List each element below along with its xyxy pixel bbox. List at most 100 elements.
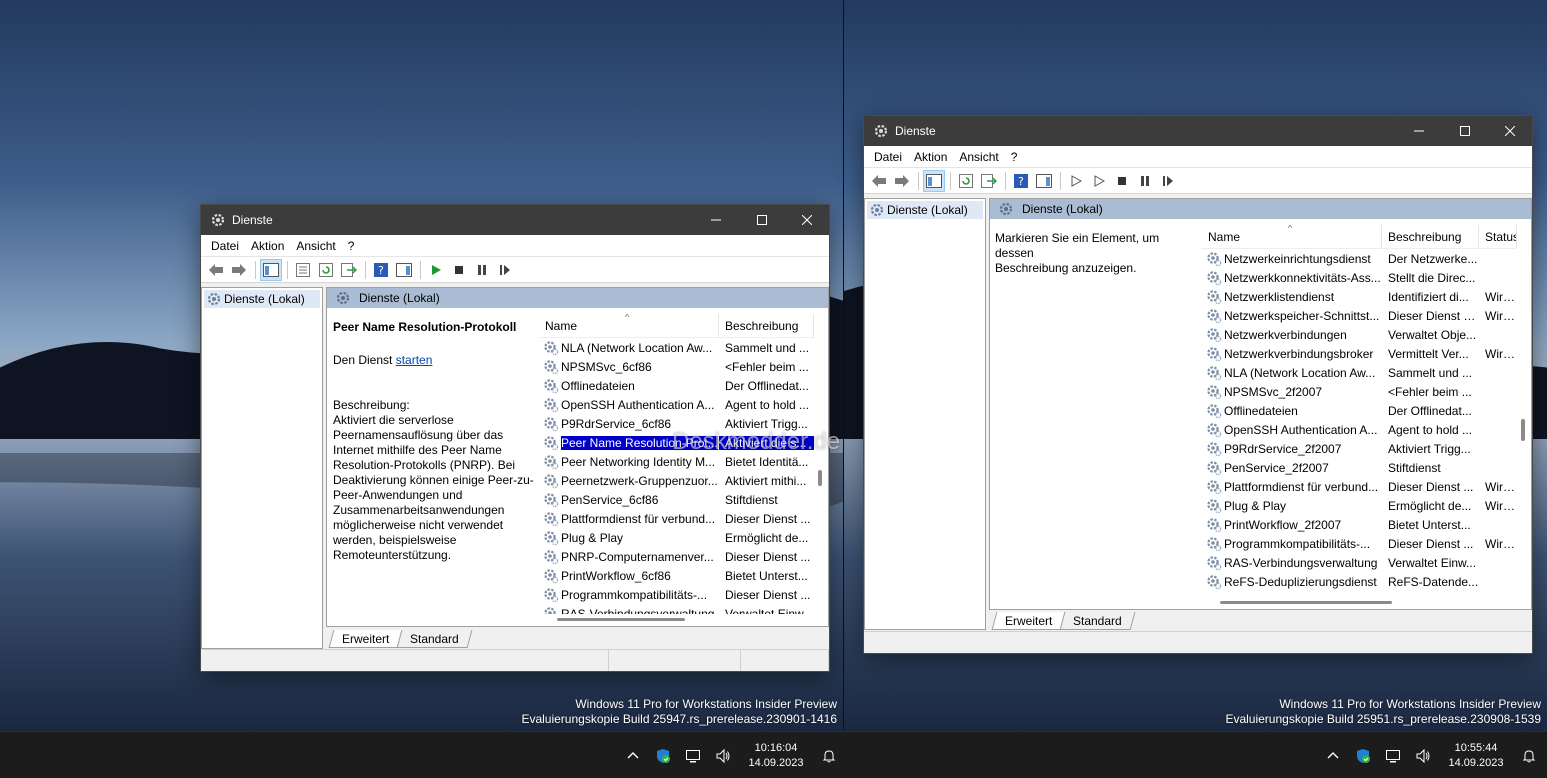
- table-row[interactable]: Netzwerkverbindungen Verwaltet Obje...: [1202, 325, 1517, 344]
- minimize-button[interactable]: [1396, 116, 1442, 146]
- chevron-up-icon[interactable]: [1318, 741, 1348, 771]
- table-row[interactable]: Plattformdienst für verbund... Dieser Die…: [1202, 477, 1517, 496]
- table-row[interactable]: Plug & Play Ermöglicht de...: [539, 528, 814, 547]
- console-tree-icon[interactable]: [260, 258, 282, 281]
- notification-bell-icon[interactable]: [1514, 741, 1544, 771]
- start-service-alt-icon[interactable]: [1088, 170, 1110, 192]
- table-row[interactable]: ReFS-Deduplizierungsdienst ReFS-Datende..…: [1202, 572, 1517, 591]
- table-row[interactable]: RAS-Verbindungsverwaltung Verwaltet Einw.…: [1202, 553, 1517, 572]
- menu-aktion[interactable]: Aktion: [245, 239, 290, 253]
- table-row[interactable]: PrintWorkflow_2f2007 Bietet Unterst...: [1202, 515, 1517, 534]
- menu-aktion[interactable]: Aktion: [908, 150, 953, 164]
- pause-service-icon[interactable]: [471, 259, 493, 281]
- export-list-icon[interactable]: [338, 259, 360, 281]
- table-row[interactable]: PenService_2f2007 Stiftdienst: [1202, 458, 1517, 477]
- table-row[interactable]: P9RdrService_2f2007 Aktiviert Trigg...: [1202, 439, 1517, 458]
- menu-ansicht[interactable]: Ansicht: [953, 150, 1004, 164]
- service-gear-icon: [544, 435, 559, 450]
- show-hide-action-pane-icon[interactable]: [1033, 170, 1055, 192]
- export-list-icon[interactable]: [978, 170, 1000, 192]
- table-row[interactable]: NLA (Network Location Aw... Sammelt und .…: [1202, 363, 1517, 382]
- tree-item-dienste-lokal[interactable]: Dienste (Lokal): [204, 290, 320, 308]
- table-row[interactable]: Programmkompatibilitäts-... Dieser Dienst…: [1202, 534, 1517, 553]
- title-bar[interactable]: Dienste: [864, 116, 1532, 146]
- column-header-status[interactable]: Status: [1479, 225, 1517, 248]
- table-row[interactable]: PrintWorkflow_6cf86 Bietet Unterst...: [539, 566, 814, 585]
- table-row[interactable]: PenService_6cf86 Stiftdienst: [539, 490, 814, 509]
- help-icon[interactable]: ?: [1010, 170, 1032, 192]
- back-arrow-icon[interactable]: [205, 259, 227, 281]
- help-icon[interactable]: ?: [370, 259, 392, 281]
- table-row[interactable]: NLA (Network Location Aw... Sammelt und .…: [539, 338, 814, 357]
- vertical-scrollbar[interactable]: [1521, 419, 1525, 441]
- stop-service-icon[interactable]: [448, 259, 470, 281]
- maximize-button[interactable]: [739, 205, 785, 235]
- forward-arrow-icon[interactable]: [891, 170, 913, 192]
- table-row[interactable]: Netzwerkverbindungsbroker Vermittelt Ver.…: [1202, 344, 1517, 363]
- show-hide-action-pane-icon[interactable]: [393, 259, 415, 281]
- restart-service-icon[interactable]: [494, 259, 516, 281]
- close-button[interactable]: [1487, 116, 1533, 146]
- column-header-description[interactable]: Beschreibung: [1382, 225, 1479, 248]
- table-row[interactable]: Programmkompatibilitäts-... Dieser Dienst…: [539, 585, 814, 604]
- taskbar-clock[interactable]: 10:55:44 14.09.2023: [1438, 741, 1514, 771]
- defender-shield-icon[interactable]: [648, 741, 678, 771]
- table-row[interactable]: Offlinedateien Der Offlinedat...: [539, 376, 814, 395]
- table-row[interactable]: Netzwerkspeicher-Schnittst... Dieser Dien…: [1202, 306, 1517, 325]
- title-bar[interactable]: Dienste: [201, 205, 829, 235]
- table-row[interactable]: NPSMSvc_2f2007 <Fehler beim ...: [1202, 382, 1517, 401]
- taskbar-clock[interactable]: 10:16:04 14.09.2023: [738, 741, 814, 771]
- refresh-icon[interactable]: [955, 170, 977, 192]
- table-row[interactable]: Netzwerkkonnektivitäts-Ass... Stellt die …: [1202, 268, 1517, 287]
- table-row[interactable]: OpenSSH Authentication A... Agent to hold…: [539, 395, 814, 414]
- stop-service-icon[interactable]: [1111, 170, 1133, 192]
- close-button[interactable]: [784, 205, 830, 235]
- menu-help[interactable]: ?: [1005, 150, 1024, 164]
- tab-erweitert[interactable]: Erweitert: [328, 630, 403, 648]
- forward-arrow-icon[interactable]: [228, 259, 250, 281]
- column-header-description[interactable]: Beschreibung: [719, 314, 814, 337]
- table-row[interactable]: OpenSSH Authentication A... Agent to hold…: [1202, 420, 1517, 439]
- refresh-icon[interactable]: [315, 259, 337, 281]
- restart-service-icon[interactable]: [1157, 170, 1179, 192]
- row-name-cell: PrintWorkflow_6cf86: [539, 568, 719, 584]
- horizontal-scrollbar[interactable]: [557, 618, 685, 621]
- table-row[interactable]: Offlinedateien Der Offlinedat...: [1202, 401, 1517, 420]
- tree-item-dienste-lokal[interactable]: Dienste (Lokal): [867, 201, 983, 219]
- back-arrow-icon[interactable]: [868, 170, 890, 192]
- network-icon[interactable]: [678, 741, 708, 771]
- menu-datei[interactable]: Datei: [205, 239, 245, 253]
- console-tree-icon[interactable]: [923, 169, 945, 192]
- menu-ansicht[interactable]: Ansicht: [290, 239, 341, 253]
- table-row[interactable]: Netzwerklistendienst Identifiziert di... W…: [1202, 287, 1517, 306]
- start-service-link[interactable]: starten: [396, 353, 433, 367]
- table-row[interactable]: PNRP-Computernamenver... Dieser Dienst ..…: [539, 547, 814, 566]
- properties-icon[interactable]: [292, 259, 314, 281]
- table-row[interactable]: RAS-Verbindungsverwaltung Verwaltet Einw.…: [539, 604, 814, 614]
- menu-help[interactable]: ?: [342, 239, 361, 253]
- table-row[interactable]: Plug & Play Ermöglicht de... Wird ...: [1202, 496, 1517, 515]
- menu-datei[interactable]: Datei: [868, 150, 908, 164]
- pause-service-icon[interactable]: [1134, 170, 1156, 192]
- chevron-up-icon[interactable]: [618, 741, 648, 771]
- start-service-icon[interactable]: [1065, 170, 1087, 192]
- site-watermark: Deskmodder.de: [672, 428, 841, 455]
- network-icon[interactable]: [1378, 741, 1408, 771]
- table-row[interactable]: Plattformdienst für verbund... Dieser Die…: [539, 509, 814, 528]
- horizontal-scrollbar[interactable]: [1220, 601, 1392, 604]
- tab-standard[interactable]: Standard: [1059, 612, 1136, 630]
- table-row[interactable]: Peernetzwerk-Gruppenzuor... Aktiviert mit…: [539, 471, 814, 490]
- table-row[interactable]: Netzwerkeinrichtungsdienst Der Netzwerke.…: [1202, 249, 1517, 268]
- row-name-cell: Plug & Play: [1202, 498, 1382, 514]
- notification-bell-icon[interactable]: [814, 741, 844, 771]
- volume-icon[interactable]: [708, 741, 738, 771]
- volume-icon[interactable]: [1408, 741, 1438, 771]
- vertical-scrollbar[interactable]: [818, 470, 822, 486]
- maximize-button[interactable]: [1442, 116, 1488, 146]
- defender-shield-icon[interactable]: [1348, 741, 1378, 771]
- start-service-icon[interactable]: [425, 259, 447, 281]
- tab-erweitert[interactable]: Erweitert: [991, 612, 1066, 630]
- table-row[interactable]: NPSMSvc_6cf86 <Fehler beim ...: [539, 357, 814, 376]
- minimize-button[interactable]: [693, 205, 739, 235]
- tab-standard[interactable]: Standard: [396, 630, 473, 648]
